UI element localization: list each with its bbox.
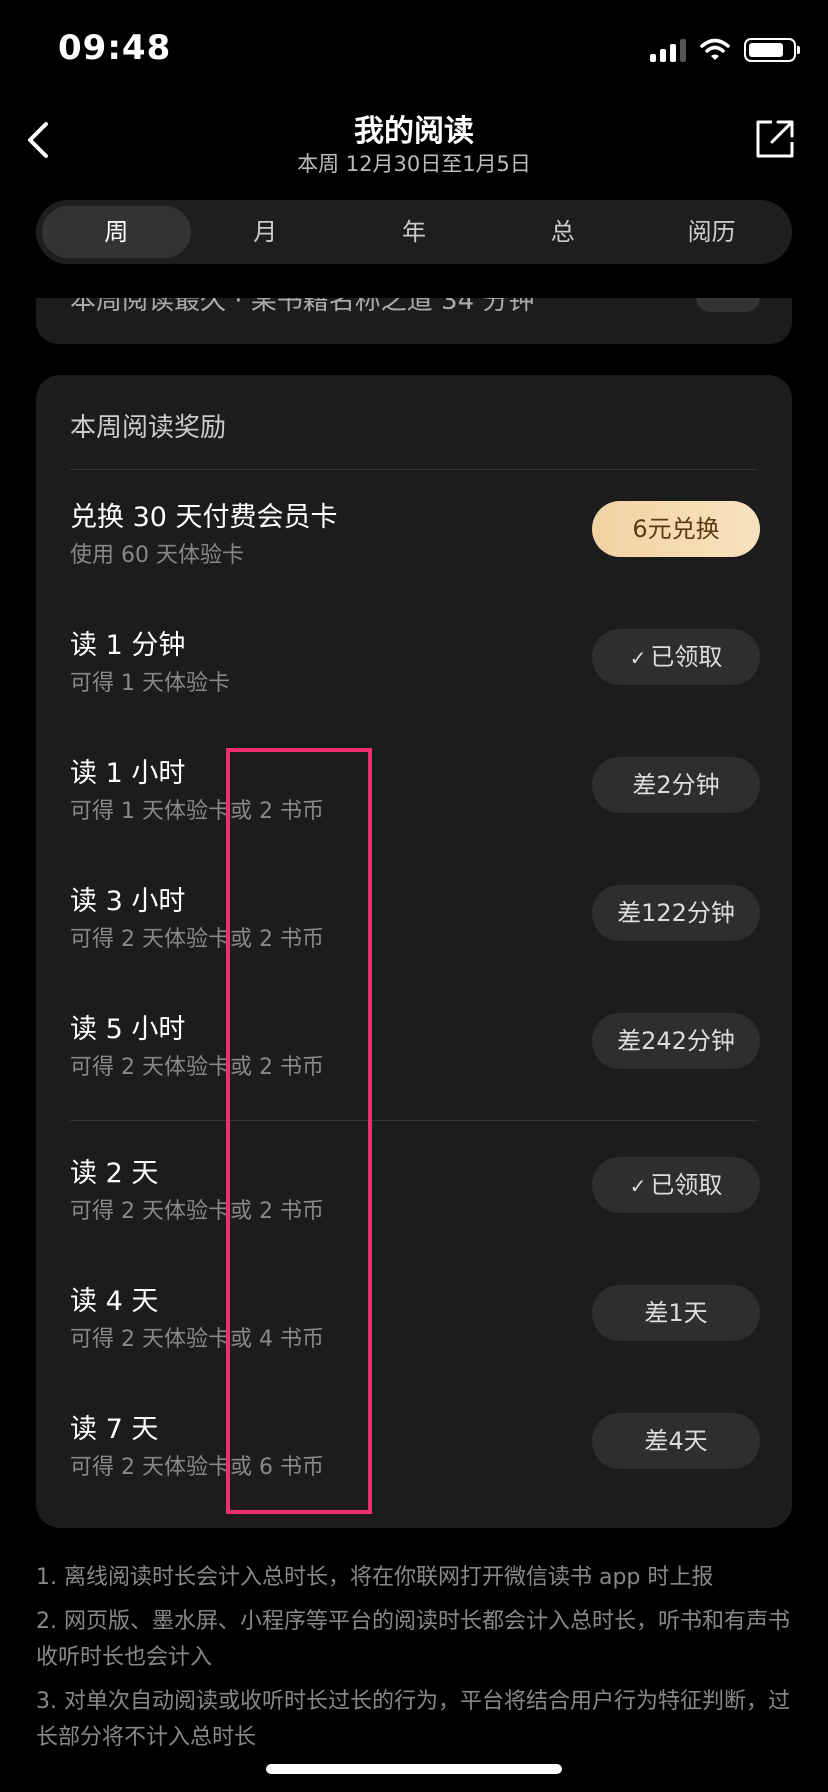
reward-title: 读 7 天 (70, 1414, 159, 1445)
claimed-label: 已领取 (650, 1171, 723, 1199)
remaining-button[interactable]: 差2分钟 (592, 757, 760, 813)
longest-read-text: 本周阅读最久 · 某书籍名称之道 34 分钟 (70, 298, 535, 316)
divider (70, 1120, 758, 1121)
rewards-title: 本周阅读奖励 (70, 413, 227, 443)
tab-year[interactable]: 年 (340, 206, 489, 258)
reward-item: 读 2 天 可得 2 天体验卡或 2 书币 ✓ 已领取 (70, 1147, 760, 1227)
home-indicator[interactable] (266, 1764, 562, 1774)
reward-subtitle: 可得 1 天体验卡或 2 书币 (70, 799, 324, 824)
reward-title: 读 1 小时 (70, 758, 186, 789)
reward-item: 读 1 分钟 可得 1 天体验卡 ✓ 已领取 (70, 619, 760, 699)
checkmark-icon: ✓ (629, 1174, 647, 1198)
remaining-button[interactable]: 差122分钟 (592, 885, 760, 941)
divider (70, 469, 758, 470)
cellular-signal-icon (650, 38, 686, 62)
reward-title: 读 4 天 (70, 1286, 159, 1317)
reward-subtitle: 可得 2 天体验卡或 2 书币 (70, 1199, 324, 1224)
weekly-rewards-card: 本周阅读奖励 兑换 30 天付费会员卡 使用 60 天体验卡 6元兑换 读 1 … (36, 375, 792, 1528)
wifi-icon (700, 38, 730, 60)
reward-subtitle: 可得 2 天体验卡或 4 书币 (70, 1327, 324, 1352)
tab-month[interactable]: 月 (191, 206, 340, 258)
nav-bar: 我的阅读 本周 12月30日至1月5日 (0, 100, 828, 190)
reward-title: 读 3 小时 (70, 886, 186, 917)
reward-subtitle: 可得 2 天体验卡或 2 书币 (70, 1055, 324, 1080)
status-bar: 09:48 (0, 0, 828, 100)
longest-read-card: 本周阅读最久 · 某书籍名称之道 34 分钟 (36, 298, 792, 344)
reward-subtitle: 可得 2 天体验卡或 6 书币 (70, 1455, 324, 1480)
exchange-item: 兑换 30 天付费会员卡 使用 60 天体验卡 6元兑换 (70, 491, 760, 571)
claimed-label: 已领取 (650, 643, 723, 671)
exchange-subtitle: 使用 60 天体验卡 (70, 543, 244, 568)
share-icon[interactable] (752, 116, 798, 162)
reward-item: 读 1 小时 可得 1 天体验卡或 2 书币 差2分钟 (70, 747, 760, 827)
remaining-button[interactable]: 差242分钟 (592, 1013, 760, 1069)
period-tabs: 周 月 年 总 阅历 (36, 200, 792, 264)
battery-icon (744, 38, 800, 62)
status-time: 09:48 (58, 28, 172, 68)
reward-subtitle: 可得 2 天体验卡或 2 书币 (70, 927, 324, 952)
status-icons (650, 38, 800, 62)
longest-read-button[interactable] (696, 298, 760, 312)
reward-title: 读 2 天 (70, 1158, 159, 1189)
exchange-title: 兑换 30 天付费会员卡 (70, 502, 338, 533)
exchange-button[interactable]: 6元兑换 (592, 501, 760, 557)
claimed-button[interactable]: ✓ 已领取 (592, 629, 760, 685)
reward-title: 读 5 小时 (70, 1014, 186, 1045)
tab-week[interactable]: 周 (42, 206, 191, 258)
checkmark-icon: ✓ (629, 646, 647, 670)
reward-item: 读 3 小时 可得 2 天体验卡或 2 书币 差122分钟 (70, 875, 760, 955)
remaining-button[interactable]: 差4天 (592, 1413, 760, 1469)
remaining-button[interactable]: 差1天 (592, 1285, 760, 1341)
reward-item: 读 5 小时 可得 2 天体验卡或 2 书币 差242分钟 (70, 1003, 760, 1083)
page-title: 我的阅读 (354, 114, 474, 149)
page-subtitle: 本周 12月30日至1月5日 (297, 152, 531, 176)
reward-subtitle: 可得 1 天体验卡 (70, 671, 230, 696)
reward-item: 读 7 天 可得 2 天体验卡或 6 书币 差4天 (70, 1403, 760, 1483)
notes: 1. 离线阅读时长会计入总时长，将在你联网打开微信读书 app 时上报 2. 网… (36, 1560, 796, 1764)
note-item: 3. 对单次自动阅读或收听时长过长的行为，平台将结合用户行为特征判断，过长部分将… (36, 1689, 790, 1750)
note-item: 1. 离线阅读时长会计入总时长，将在你联网打开微信读书 app 时上报 (36, 1565, 714, 1590)
tab-history[interactable]: 阅历 (637, 206, 786, 258)
reward-title: 读 1 分钟 (70, 630, 186, 661)
tab-total[interactable]: 总 (488, 206, 637, 258)
note-item: 2. 网页版、墨水屏、小程序等平台的阅读时长都会计入总时长，听书和有声书收听时长… (36, 1609, 790, 1670)
reward-item: 读 4 天 可得 2 天体验卡或 4 书币 差1天 (70, 1275, 760, 1355)
claimed-button[interactable]: ✓ 已领取 (592, 1157, 760, 1213)
